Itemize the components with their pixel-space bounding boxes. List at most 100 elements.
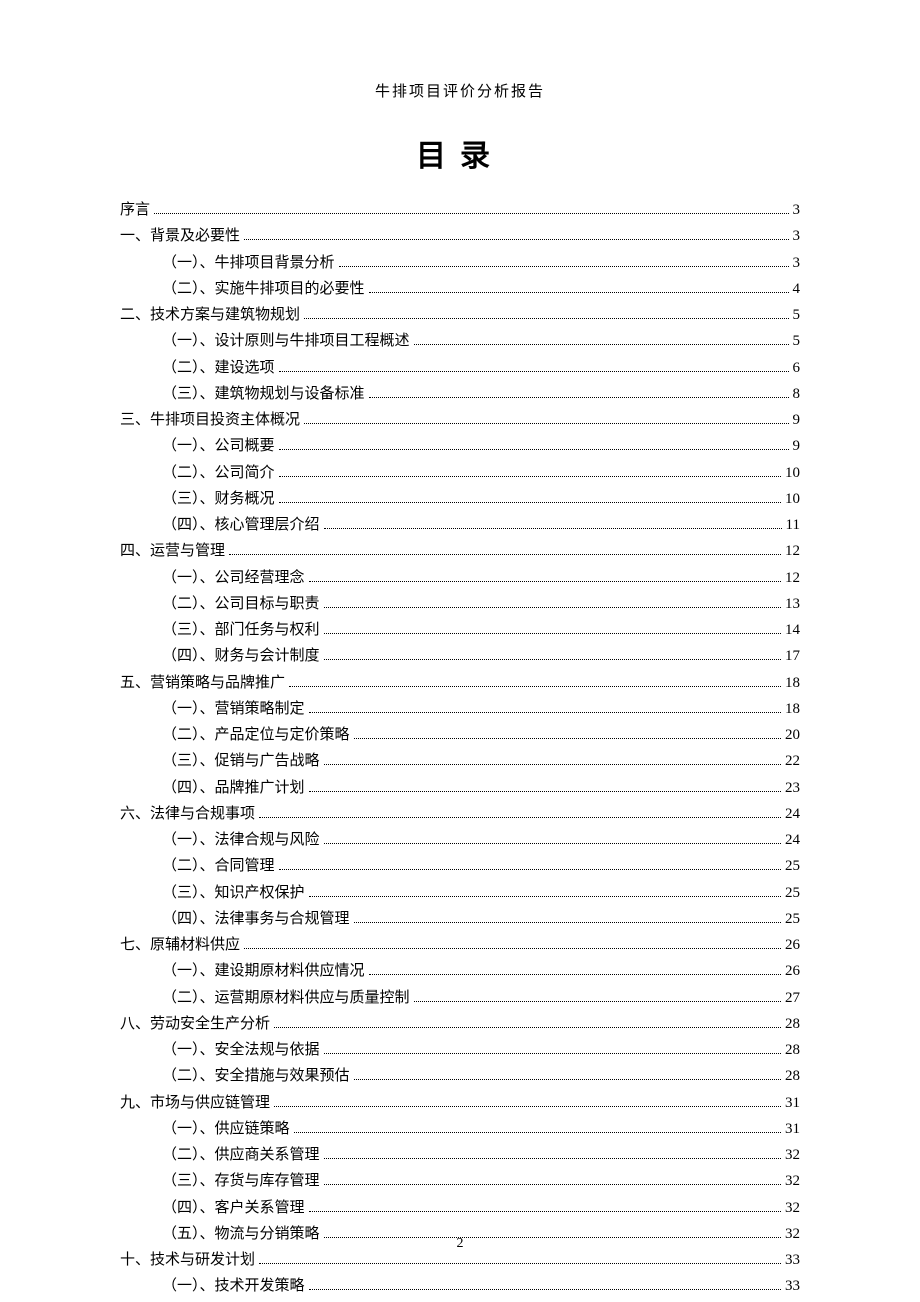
toc-entry-page: 18 [785,670,800,696]
toc-leader-dots [279,371,789,372]
toc-leader-dots [324,607,781,608]
toc-leader-dots [324,1184,781,1185]
toc-entry-label: 三、牛排项目投资主体概况 [120,407,300,433]
toc-entry[interactable]: （二）、供应商关系管理32 [120,1142,800,1168]
toc-entry[interactable]: （一）、公司经营理念 12 [120,565,800,591]
toc-entry[interactable]: 一、背景及必要性3 [120,223,800,249]
toc-entry-page: 27 [785,985,800,1011]
toc-entry-page: 23 [785,775,800,801]
toc-entry[interactable]: （一）、建设期原材料供应情况26 [120,958,800,984]
toc-entry[interactable]: （三）、部门任务与权利14 [120,617,800,643]
toc-entry[interactable]: （一）、牛排项目背景分析 3 [120,250,800,276]
toc-leader-dots [304,318,788,319]
toc-entry-label: （三）、存货与库存管理 [162,1168,320,1194]
toc-entry-label: （三）、促销与广告战略 [162,748,320,774]
toc-entry-page: 10 [785,486,800,512]
toc-entry[interactable]: （二）、实施牛排项目的必要性4 [120,276,800,302]
toc-entry[interactable]: （一）、法律合规与风险 24 [120,827,800,853]
toc-entry[interactable]: （二）、合同管理25 [120,853,800,879]
toc-entry[interactable]: 四、运营与管理12 [120,538,800,564]
toc-entry[interactable]: （一）、公司概要9 [120,433,800,459]
toc-entry-page: 9 [793,433,801,459]
toc-entry[interactable]: （四）、财务与会计制度17 [120,643,800,669]
toc-entry[interactable]: （三）、存货与库存管理32 [120,1168,800,1194]
toc-entry-label: （一）、牛排项目背景分析 [162,250,335,276]
toc-entry[interactable]: （二）、安全措施与效果预估28 [120,1063,800,1089]
toc-entry[interactable]: （四）、品牌推广计划23 [120,775,800,801]
toc-leader-dots [294,1132,781,1133]
toc-entry-page: 12 [785,538,800,564]
toc-leader-dots [369,292,789,293]
toc-entry-page: 3 [793,250,801,276]
toc-entry[interactable]: 九、市场与供应链管理31 [120,1090,800,1116]
toc-title: 目录 [120,131,800,175]
toc-leader-dots [289,686,781,687]
toc-entry-label: （一）、建设期原材料供应情况 [162,958,365,984]
toc-entry[interactable]: （二）、公司目标与职责13 [120,591,800,617]
toc-leader-dots [324,528,782,529]
toc-entry[interactable]: （四）、核心管理层介绍11 [120,512,800,538]
toc-entry[interactable]: （一）、设计原则与牛排项目工程概述5 [120,328,800,354]
toc-entry[interactable]: （四）、法律事务与合规管理 25 [120,906,800,932]
toc-entry[interactable]: 七、原辅材料供应26 [120,932,800,958]
toc-leader-dots [279,502,781,503]
toc-entry-label: （二）、安全措施与效果预估 [162,1063,350,1089]
toc-entry[interactable]: （一）、安全法规与依据28 [120,1037,800,1063]
toc-entry[interactable]: （三）、建筑物规划与设备标准8 [120,381,800,407]
toc-entry[interactable]: （二）、公司简介10 [120,460,800,486]
toc-leader-dots [279,449,789,450]
toc-leader-dots [309,581,781,582]
toc-entry-page: 26 [785,932,800,958]
toc-entry-label: （一）、供应链策略 [162,1116,290,1142]
toc-entry[interactable]: 五、营销策略与品牌推广 18 [120,670,800,696]
toc-entry[interactable]: （四）、客户关系管理32 [120,1195,800,1221]
toc-leader-dots [244,948,781,949]
toc-entry-label: 序言 [120,197,150,223]
toc-entry[interactable]: （三）、促销与广告战略 22 [120,748,800,774]
toc-entry-label: （四）、客户关系管理 [162,1195,305,1221]
toc-entry[interactable]: （一）、技术开发策略33 [120,1273,800,1299]
toc-entry[interactable]: 序言3 [120,197,800,223]
toc-entry-label: （四）、法律事务与合规管理 [162,906,350,932]
toc-entry[interactable]: 二、技术方案与建筑物规划5 [120,302,800,328]
toc-entry-page: 10 [785,460,800,486]
toc-entry-label: 五、营销策略与品牌推广 [120,670,285,696]
toc-entry[interactable]: 八、劳动安全生产分析 28 [120,1011,800,1037]
toc-entry-label: （二）、建设选项 [162,355,275,381]
toc-entry[interactable]: （二）、运营期原材料供应与质量控制27 [120,985,800,1011]
toc-entry-page: 25 [785,906,800,932]
toc-entry[interactable]: （二）、建设选项 6 [120,355,800,381]
toc-entry[interactable]: （三）、知识产权保护25 [120,880,800,906]
toc-leader-dots [369,397,789,398]
toc-entry-page: 18 [785,696,800,722]
toc-entry[interactable]: 三、牛排项目投资主体概况9 [120,407,800,433]
toc-leader-dots [154,213,788,214]
toc-leader-dots [244,239,788,240]
toc-entry-page: 24 [785,827,800,853]
toc-entry[interactable]: （三）、财务概况10 [120,486,800,512]
toc-entry-page: 12 [785,565,800,591]
toc-entry[interactable]: （一）、营销策略制定18 [120,696,800,722]
toc-leader-dots [324,633,781,634]
toc-entry-label: （一）、技术开发策略 [162,1273,305,1299]
toc-entry-page: 14 [785,617,800,643]
toc-entry-label: 八、劳动安全生产分析 [120,1011,270,1037]
toc-entry-page: 28 [785,1011,800,1037]
toc-entry-label: （一）、法律合规与风险 [162,827,320,853]
toc-leader-dots [229,554,781,555]
toc-entry-label: （四）、核心管理层介绍 [162,512,320,538]
document-header: 牛排项目评价分析报告 [120,80,800,101]
toc-entry-page: 22 [785,748,800,774]
toc-entry-label: （二）、产品定位与定价策略 [162,722,350,748]
toc-entry-page: 6 [793,355,801,381]
toc-entry[interactable]: （一）、供应链策略31 [120,1116,800,1142]
toc-entry-label: （一）、公司经营理念 [162,565,305,591]
toc-entry-page: 32 [785,1142,800,1168]
toc-entry[interactable]: 六、法律与合规事项24 [120,801,800,827]
page-number: 2 [0,1236,920,1252]
toc-entry-label: 一、背景及必要性 [120,223,240,249]
toc-entry-page: 25 [785,880,800,906]
toc-entry[interactable]: （二）、产品定位与定价策略20 [120,722,800,748]
toc-entry-label: （二）、公司目标与职责 [162,591,320,617]
toc-entry-label: （一）、设计原则与牛排项目工程概述 [162,328,410,354]
